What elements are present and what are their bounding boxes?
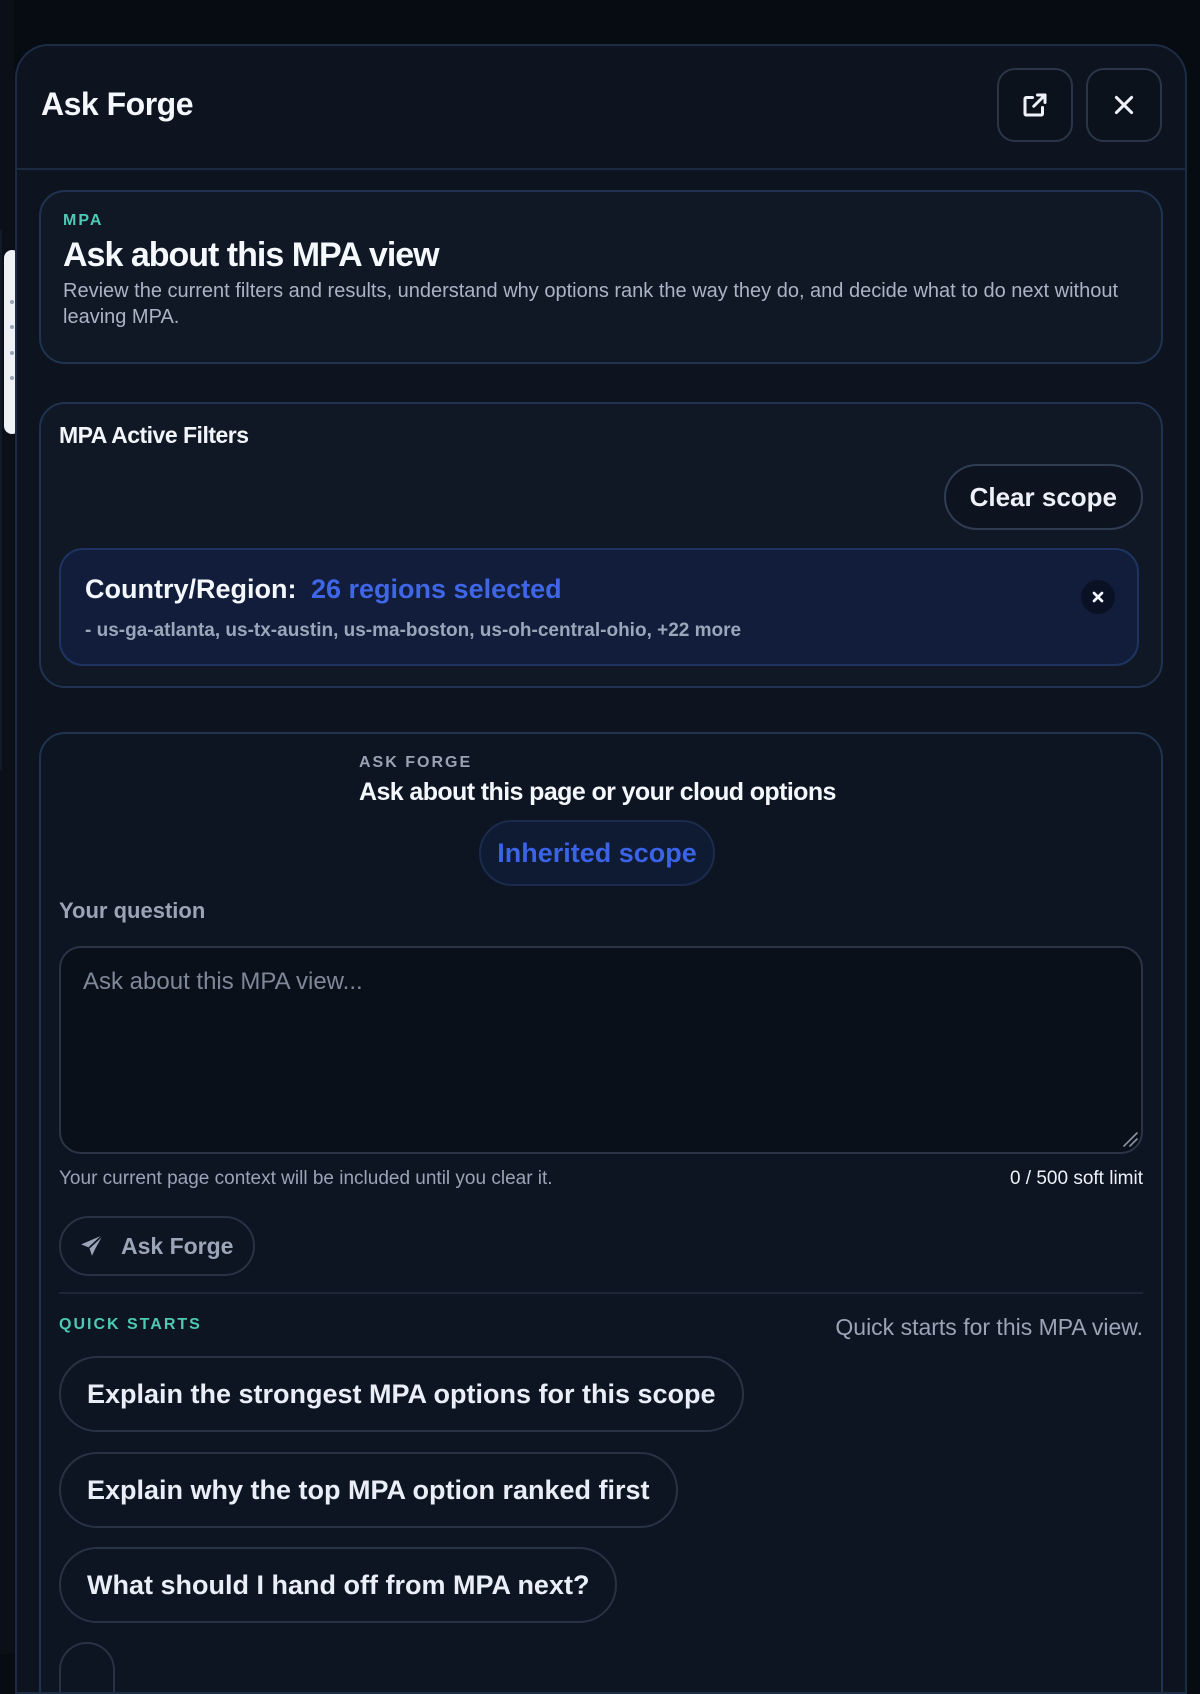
resize-handle-icon[interactable] bbox=[1121, 1130, 1139, 1148]
quick-start-button[interactable]: Explain the strongest MPA options for th… bbox=[59, 1356, 744, 1432]
ask-forge-card: ASK FORGE Ask about this page or your cl… bbox=[39, 732, 1163, 1692]
ask-eyebrow: ASK FORGE bbox=[359, 754, 473, 771]
quick-start-button[interactable]: Explain why the top MPA option ranked fi… bbox=[59, 1452, 678, 1528]
left-rail bbox=[0, 230, 2, 770]
clear-scope-button[interactable]: Clear scope bbox=[943, 464, 1143, 530]
panel-title: Ask Forge bbox=[41, 86, 193, 122]
ask-forge-submit-label: Ask Forge bbox=[121, 1232, 234, 1259]
filter-chip-detail: - us-ga-atlanta, us-tx-austin, us-ma-bos… bbox=[85, 620, 742, 641]
scrollbar-grip-dots bbox=[10, 300, 14, 380]
send-icon bbox=[81, 1234, 104, 1256]
section-divider bbox=[59, 1292, 1143, 1294]
quick-start-button[interactable] bbox=[59, 1642, 115, 1692]
filter-chip-country-region: Country/Region: 26 regions selected - us… bbox=[59, 548, 1139, 666]
quick-starts-eyebrow: QUICK STARTS bbox=[59, 1316, 202, 1333]
intro-eyebrow: MPA bbox=[63, 212, 104, 229]
filter-chip-label: Country/Region: bbox=[85, 574, 297, 604]
context-hint: Your current page context will be includ… bbox=[59, 1168, 553, 1189]
active-filters-card: MPA Active Filters Clear scope Country/R… bbox=[39, 402, 1163, 688]
ask-title: Ask about this page or your cloud option… bbox=[359, 778, 836, 806]
quick-starts-note: Quick starts for this MPA view. bbox=[835, 1314, 1143, 1340]
panel-header: Ask Forge bbox=[17, 46, 1185, 170]
intro-card: MPA Ask about this MPA view Review the c… bbox=[39, 190, 1163, 364]
close-icon bbox=[1092, 591, 1104, 603]
close-panel-button[interactable] bbox=[1086, 68, 1162, 142]
quick-start-button[interactable]: What should I hand off from MPA next? bbox=[59, 1547, 618, 1623]
close-icon bbox=[1114, 95, 1134, 115]
remove-filter-button[interactable] bbox=[1081, 580, 1115, 614]
intro-description: Review the current filters and results, … bbox=[63, 280, 1119, 328]
question-input[interactable] bbox=[59, 946, 1143, 1154]
question-label: Your question bbox=[59, 898, 206, 923]
filters-title: MPA Active Filters bbox=[59, 422, 249, 448]
ask-forge-panel: Ask Forge MPA Ask about this MPA view Re… bbox=[15, 44, 1187, 1694]
left-edge bbox=[0, 0, 14, 1654]
inherited-scope-badge[interactable]: Inherited scope bbox=[479, 820, 715, 886]
external-link-icon bbox=[1023, 93, 1047, 117]
character-limit: 0 / 500 soft limit bbox=[1009, 1168, 1143, 1189]
filter-chip-value: 26 regions selected bbox=[311, 574, 562, 604]
intro-title: Ask about this MPA view bbox=[63, 236, 440, 274]
open-in-new-window-button[interactable] bbox=[997, 68, 1073, 142]
ask-forge-submit-button[interactable]: Ask Forge bbox=[59, 1216, 256, 1276]
